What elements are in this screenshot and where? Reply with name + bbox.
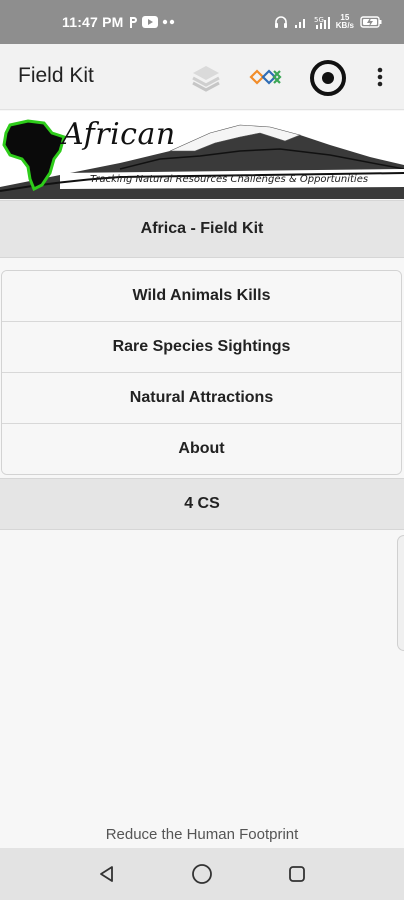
system-nav-bar <box>0 848 404 900</box>
recents-icon[interactable] <box>277 854 317 894</box>
page-title: Africa - Field Kit <box>0 200 404 258</box>
banner-art <box>0 119 404 199</box>
signal-5g-icon: 5G <box>314 15 330 29</box>
banner-tagline: Tracking Natural Resources Challenges & … <box>90 174 369 185</box>
status-left: 11:47 PM <box>62 14 176 30</box>
menu-item-natural-attractions[interactable]: Natural Attractions <box>2 373 401 424</box>
back-icon[interactable] <box>87 854 127 894</box>
more-vert-icon[interactable] <box>368 64 392 90</box>
footer-text: Reduce the Human Footprint <box>105 826 299 843</box>
menu-list: Wild Animals Kills Rare Species Sighting… <box>1 270 402 475</box>
home-icon[interactable] <box>182 854 222 894</box>
signal-icon <box>294 16 308 28</box>
app-bar: Field Kit <box>0 44 404 110</box>
side-drawer-handle[interactable] <box>397 535 404 651</box>
footer-section-header: 4 CS <box>0 478 404 530</box>
dots-icon <box>162 19 176 25</box>
status-right: 5G 15 KB/s <box>274 14 382 30</box>
youtube-icon <box>141 16 158 28</box>
menu-item-wild-animals-kills[interactable]: Wild Animals Kills <box>2 271 401 322</box>
network-speed-unit: KB/s <box>335 21 354 30</box>
menu-item-rare-species-sightings[interactable]: Rare Species Sightings <box>2 322 401 373</box>
banner-title: African <box>62 117 176 152</box>
layers-icon[interactable] <box>187 62 225 96</box>
status-time: 11:47 PM <box>62 14 124 30</box>
p-icon <box>128 16 138 29</box>
banner: African Tracking Natural Resources Chall… <box>0 111 404 199</box>
svg-text:5G: 5G <box>314 16 324 24</box>
target-icon[interactable] <box>308 58 348 98</box>
battery-icon <box>360 16 382 28</box>
network-speed: 15 KB/s <box>336 14 354 30</box>
headset-icon <box>274 15 288 29</box>
odk-logo-icon[interactable] <box>247 64 287 90</box>
app-title: Field Kit <box>18 64 94 87</box>
menu-item-about[interactable]: About <box>2 424 401 474</box>
status-bar: 11:47 PM 5G 15 KB/s <box>0 0 404 44</box>
